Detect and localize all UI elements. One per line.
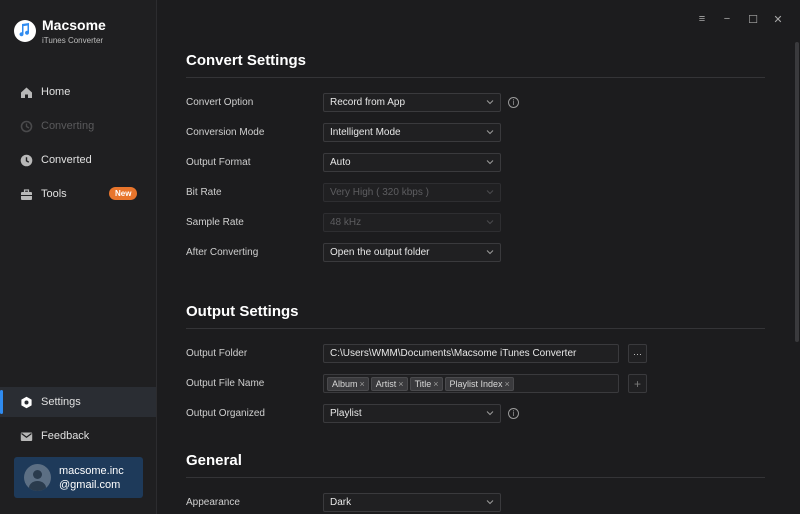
info-icon[interactable]: i (508, 97, 519, 108)
remove-tag-icon[interactable]: × (433, 379, 438, 389)
general-title: General (186, 452, 242, 469)
tag-artist: Artist × (370, 376, 408, 391)
convert-option-select[interactable]: Record from App (323, 93, 501, 112)
output-format-select[interactable]: Auto (323, 153, 501, 172)
sidebar-item-converting[interactable]: Converting (0, 111, 156, 141)
app-subtitle: iTunes Converter (42, 36, 104, 45)
sidebar-item-settings[interactable]: Settings (0, 387, 156, 417)
output-format-value: Auto (330, 157, 351, 168)
convert-settings-title: Convert Settings (186, 52, 307, 69)
sidebar-item-tools[interactable]: Tools New (0, 179, 156, 209)
sidebar-item-home[interactable]: Home (0, 77, 156, 107)
conversion-mode-label: Conversion Mode (186, 127, 265, 138)
clock-icon (20, 154, 33, 166)
new-badge: New (109, 187, 138, 200)
convert-option-value: Record from App (330, 97, 406, 108)
sample-rate-value: 48 kHz (330, 217, 362, 228)
after-converting-label: After Converting (186, 247, 259, 258)
sidebar-item-label: Home (41, 86, 71, 98)
after-converting-value: Open the output folder (330, 247, 430, 258)
output-folder-label: Output Folder (186, 348, 248, 359)
after-converting-select[interactable]: Open the output folder (323, 243, 501, 262)
chevron-down-icon (486, 100, 494, 105)
chevron-down-icon (486, 130, 494, 135)
divider (186, 328, 765, 329)
output-organized-select[interactable]: Playlist (323, 404, 501, 423)
sidebar-item-label: Settings (41, 396, 81, 408)
app-name: Macsome (42, 17, 106, 33)
divider (186, 77, 765, 78)
remove-tag-icon[interactable]: × (360, 379, 365, 389)
sidebar-item-label: Feedback (41, 430, 90, 442)
sidebar-item-feedback[interactable]: Feedback (0, 421, 156, 451)
settings-icon (21, 396, 32, 408)
conversion-mode-select[interactable]: Intelligent Mode (323, 123, 501, 142)
brand: Macsome iTunes Converter (14, 16, 106, 45)
sidebar: Macsome iTunes Converter Home Converting… (0, 0, 157, 514)
bit-rate-select[interactable]: Very High ( 320 kbps ) (323, 183, 501, 202)
account-email-line1: macsome.inc (59, 464, 124, 477)
appearance-select[interactable]: Dark (323, 493, 501, 512)
conversion-mode-value: Intelligent Mode (330, 127, 401, 138)
output-file-name-label: Output File Name (186, 378, 265, 389)
output-format-label: Output Format (186, 157, 251, 168)
sidebar-item-label: Tools (41, 188, 67, 200)
sidebar-item-converted[interactable]: Converted (0, 145, 156, 175)
app-logo-icon (14, 20, 36, 42)
chevron-down-icon (486, 250, 494, 255)
bit-rate-label: Bit Rate (186, 187, 222, 198)
chevron-down-icon (486, 411, 494, 416)
output-folder-value: C:\Users\WMM\Documents\Macsome iTunes Co… (330, 348, 577, 359)
mail-icon (20, 432, 33, 441)
sample-rate-label: Sample Rate (186, 217, 244, 228)
divider (186, 477, 765, 478)
add-tag-button[interactable]: + (628, 374, 647, 393)
toolbox-icon (21, 188, 32, 200)
home-icon (21, 87, 32, 98)
appearance-value: Dark (330, 497, 352, 508)
output-folder-input[interactable]: C:\Users\WMM\Documents\Macsome iTunes Co… (323, 344, 619, 363)
output-organized-label: Output Organized (186, 408, 265, 419)
browse-folder-button[interactable]: ··· (628, 344, 647, 363)
chevron-down-icon (486, 220, 494, 225)
account-panel[interactable]: macsome.inc @gmail.com (14, 457, 143, 498)
appearance-label: Appearance (186, 497, 240, 508)
info-icon[interactable]: i (508, 408, 519, 419)
tag-playlist-index: Playlist Index × (444, 376, 514, 391)
convert-option-label: Convert Option (186, 97, 254, 108)
converting-icon (20, 120, 33, 132)
output-organized-value: Playlist (330, 408, 362, 419)
account-email-line2: @gmail.com (59, 478, 121, 491)
tag-title: Title × (409, 376, 443, 391)
chevron-down-icon (486, 160, 494, 165)
sidebar-item-label: Converted (41, 154, 92, 166)
sample-rate-select[interactable]: 48 kHz (323, 213, 501, 232)
bit-rate-value: Very High ( 320 kbps ) (330, 187, 429, 198)
tag-album: Album × (327, 376, 369, 391)
remove-tag-icon[interactable]: × (398, 379, 403, 389)
chevron-down-icon (486, 500, 494, 505)
sidebar-item-label: Converting (41, 120, 95, 132)
output-settings-title: Output Settings (186, 303, 299, 320)
remove-tag-icon[interactable]: × (505, 379, 510, 389)
avatar (24, 464, 51, 491)
output-file-name-input[interactable]: Album × Artist × Title × Playlist Index × (323, 374, 619, 393)
settings-panel: Convert Settings Convert Option Record f… (157, 0, 800, 514)
scrollbar[interactable] (795, 42, 799, 342)
chevron-down-icon (486, 190, 494, 195)
